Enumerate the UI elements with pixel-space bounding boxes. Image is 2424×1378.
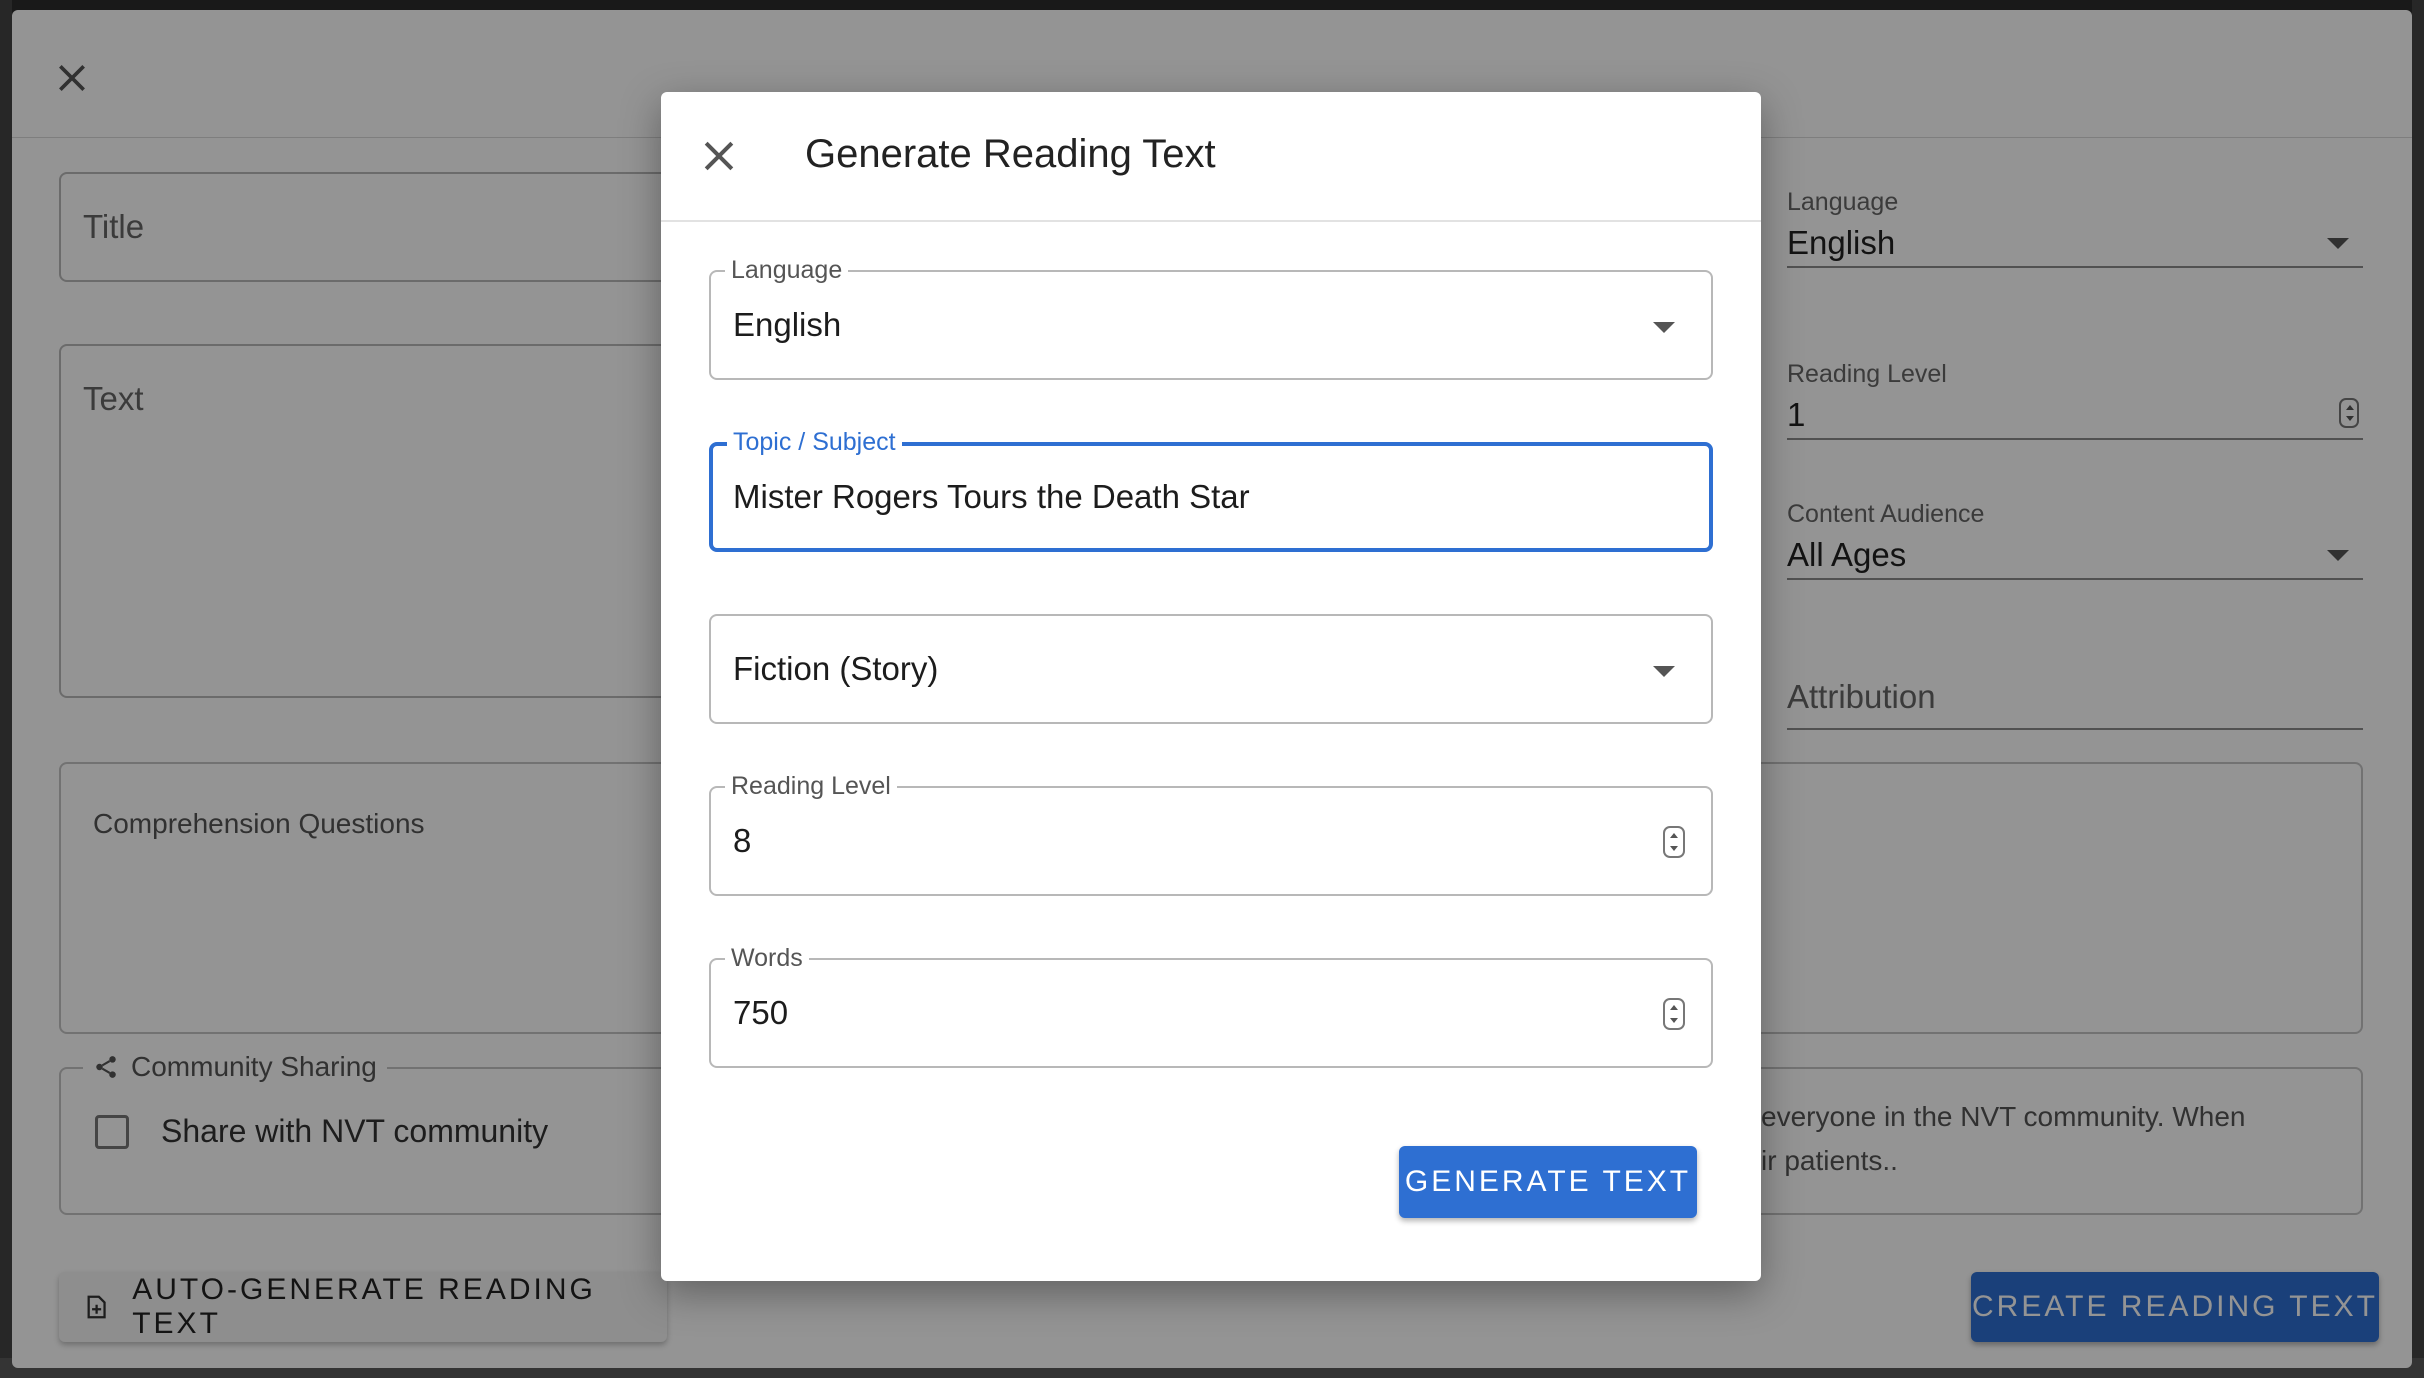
- language-select[interactable]: Language English: [709, 254, 1713, 380]
- language-value: English: [733, 306, 842, 343]
- chevron-down-icon: [1653, 666, 1675, 677]
- topic-subject-input[interactable]: Topic / Subject Mister Rogers Tours the …: [709, 426, 1713, 552]
- reading-level-value: 8: [733, 822, 752, 859]
- generate-text-button-label: GENERATE TEXT: [1404, 1165, 1692, 1198]
- generate-text-button[interactable]: GENERATE TEXT: [1399, 1146, 1697, 1218]
- genre-select[interactable]: Fiction (Story): [709, 614, 1713, 724]
- topic-subject-value: Mister Rogers Tours the Death Star: [733, 478, 1250, 515]
- reading-level-input[interactable]: Reading Level 8: [709, 770, 1713, 896]
- close-icon[interactable]: [697, 134, 741, 178]
- words-value: 750: [733, 994, 789, 1031]
- modal-title: Generate Reading Text: [805, 132, 1216, 176]
- stepper-icon[interactable]: [1663, 826, 1685, 858]
- words-input[interactable]: Words 750: [709, 942, 1713, 1068]
- generate-reading-text-modal: Generate Reading Text Language English T…: [661, 92, 1761, 1281]
- chevron-down-icon: [1653, 322, 1675, 333]
- genre-value: Fiction (Story): [733, 650, 939, 687]
- modal-header: Generate Reading Text: [661, 92, 1761, 222]
- stepper-icon[interactable]: [1663, 998, 1685, 1030]
